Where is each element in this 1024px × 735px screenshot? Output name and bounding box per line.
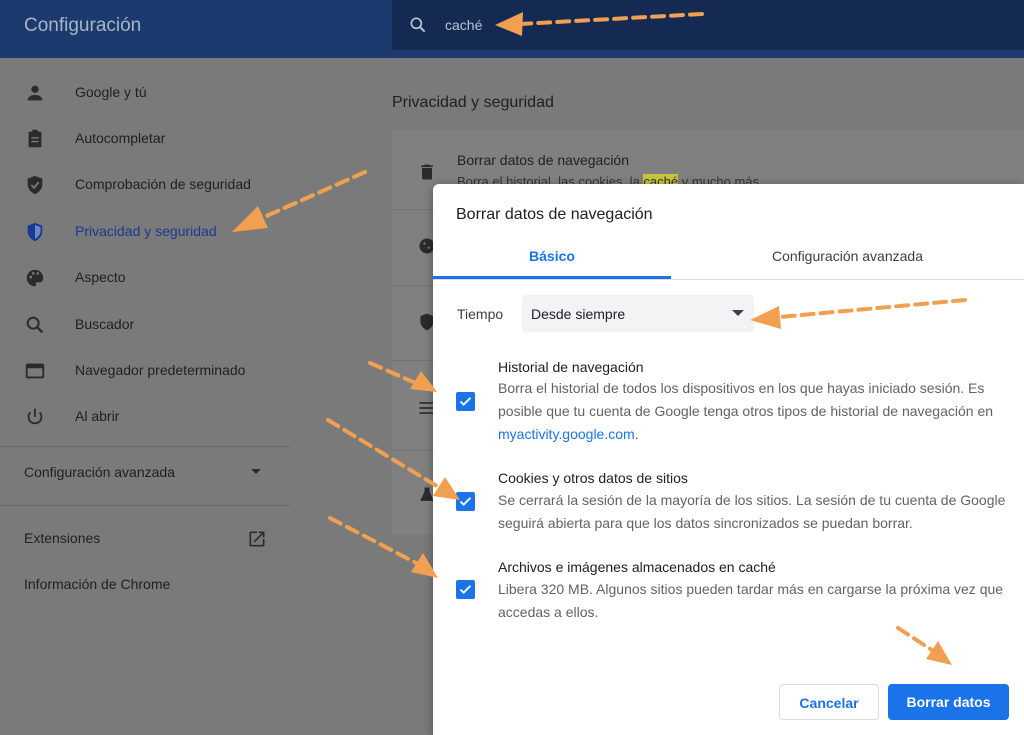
arrowhead-icon [926, 641, 952, 665]
arrowhead-icon [495, 12, 523, 36]
annotation-arrow [518, 12, 704, 26]
arrowhead-icon [433, 477, 460, 500]
annotation-arrow [326, 418, 442, 490]
annotation-arrow [260, 170, 367, 220]
annotation-arrows [232, 12, 967, 665]
annotation-arrow [328, 516, 422, 567]
arrowhead-icon [750, 306, 781, 329]
arrowhead-icon [411, 553, 438, 578]
arrowhead-icon [232, 206, 268, 232]
annotation-arrow [368, 361, 422, 387]
annotation-arrow [778, 298, 967, 319]
